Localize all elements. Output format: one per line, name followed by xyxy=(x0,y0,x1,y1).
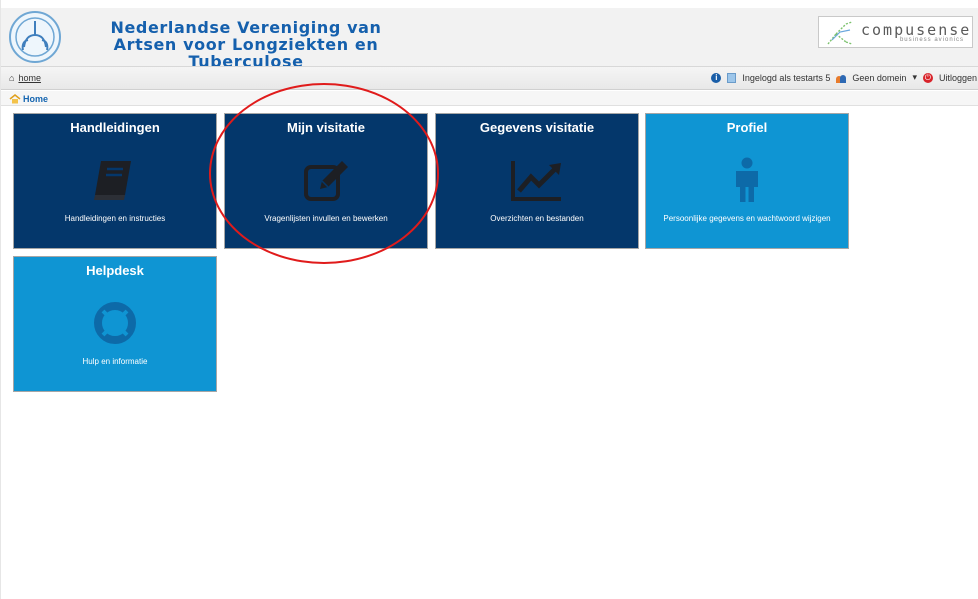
organization-name-line1: Nederlandse Vereniging van xyxy=(110,18,382,37)
power-icon[interactable]: ⏻ xyxy=(922,72,933,83)
tile-title: Handleidingen xyxy=(70,120,160,135)
nav-home: ⌂ home xyxy=(9,73,41,83)
organization-name-line2: Artsen voor Longziekten en Tuberculose xyxy=(113,35,379,71)
nav-user-menu: i Ingelogd als testarts 5 Geen domein ▾ … xyxy=(711,72,977,83)
tile-profiel[interactable]: Profiel Persoonlijke gegevens en wachtwo… xyxy=(645,113,849,249)
house-icon xyxy=(9,94,21,104)
user-card-icon xyxy=(727,72,737,83)
tile-subtitle: Handleidingen en instructies xyxy=(64,214,166,223)
tile-gegevens-visitatie[interactable]: Gegevens visitatie Overzichten en bestan… xyxy=(435,113,639,249)
lifebuoy-icon xyxy=(14,297,216,349)
header: Nederlandse Vereniging van Artsen voor L… xyxy=(1,8,978,70)
organization-name: Nederlandse Vereniging van Artsen voor L… xyxy=(86,19,406,70)
compusense-logo[interactable]: compusense business avionics xyxy=(818,16,973,48)
breadcrumb-home[interactable]: Home xyxy=(23,94,48,104)
home-icon: ⌂ xyxy=(9,73,15,83)
tile-title: Gegevens visitatie xyxy=(479,120,595,135)
chart-line-icon xyxy=(436,154,638,206)
compusense-mark-icon xyxy=(827,21,853,45)
logged-in-label[interactable]: Ingelogd als testarts 5 xyxy=(742,73,830,83)
home-link[interactable]: home xyxy=(18,73,41,83)
brand-subtitle: business avionics xyxy=(899,37,964,43)
person-icon xyxy=(646,154,848,206)
tile-subtitle: Overzichten en bestanden xyxy=(490,214,584,223)
tile-mijn-visitatie[interactable]: Mijn visitatie Vragenlijsten invullen en… xyxy=(224,113,428,249)
domain-dropdown[interactable]: Geen domein xyxy=(852,73,906,83)
tile-subtitle: Persoonlijke gegevens en wachtwoord wijz… xyxy=(663,214,831,223)
tile-subtitle: Hulp en informatie xyxy=(82,357,148,366)
domain-users-icon xyxy=(836,73,847,83)
tile-title: Helpdesk xyxy=(86,263,144,278)
breadcrumb[interactable]: Home xyxy=(9,94,48,104)
edit-icon xyxy=(225,154,427,206)
info-icon[interactable]: i xyxy=(711,72,722,83)
navbar: ⌂ home i Ingelogd als testarts 5 Geen do… xyxy=(1,66,978,90)
book-icon xyxy=(14,154,216,206)
tile-helpdesk[interactable]: Helpdesk Hulp en informatie xyxy=(13,256,217,392)
chevron-down-icon[interactable]: ▾ xyxy=(912,72,917,83)
logout-link[interactable]: Uitloggen xyxy=(939,73,977,83)
tile-title: Profiel xyxy=(726,120,768,135)
page: Nederlandse Vereniging van Artsen voor L… xyxy=(0,0,978,599)
nvalt-logo[interactable] xyxy=(9,11,61,63)
tile-title: Mijn visitatie xyxy=(286,120,366,135)
tile-subtitle: Vragenlijsten invullen en bewerken xyxy=(264,214,388,223)
breadcrumb-bar xyxy=(1,91,978,106)
tile-handleidingen[interactable]: Handleidingen Handleidingen en instructi… xyxy=(13,113,217,249)
